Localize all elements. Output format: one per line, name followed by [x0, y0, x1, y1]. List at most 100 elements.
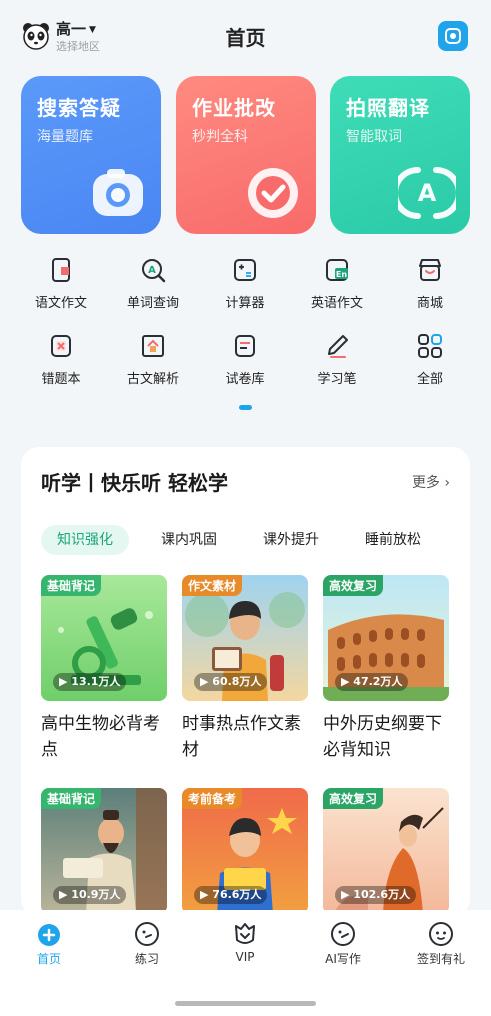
tool-study-pen[interactable]: 学习笔: [292, 332, 382, 387]
page-title: 首页: [225, 26, 266, 50]
course-tag: 基础背记: [41, 575, 102, 596]
scan-icon: [445, 28, 461, 44]
course-tag: 基础背记: [41, 788, 102, 809]
play-count: ▶ 13.1万人: [53, 673, 127, 691]
nav-label: AI写作: [325, 952, 361, 966]
tool-label: 计算器: [225, 296, 265, 311]
camera-icon: [93, 169, 143, 216]
course-thumbnail: 考前备考 ▶ 76.6万人: [182, 788, 308, 914]
course-card[interactable]: 基础背记 ▶ 10.9万人: [41, 788, 167, 914]
play-count-value: 13.1万人: [71, 675, 121, 688]
study-pen-icon: [328, 335, 348, 358]
course-card[interactable]: 基础背记 ▶ 13.1万人 高中生物必背考点: [41, 575, 167, 763]
course-tag: 考前备考: [182, 788, 243, 809]
tool-label: 商城: [416, 296, 443, 311]
page-indicator: [239, 405, 252, 410]
tool-label: 全部: [416, 372, 443, 387]
tab-extracurricular[interactable]: 课外提升: [263, 525, 319, 555]
svg-text:A: A: [148, 265, 156, 276]
course-tag: 作文素材: [182, 575, 243, 596]
tool-exam-paper[interactable]: 试卷库: [200, 332, 290, 387]
play-count: ▶ 60.8万人: [194, 673, 268, 691]
more-label: 更多: [411, 475, 440, 491]
card-title: 搜索答疑: [37, 96, 121, 120]
scan-button[interactable]: [438, 21, 468, 51]
tool-label: 语文作文: [34, 296, 87, 311]
listen-section: 听学丨快乐听 轻松学 更多 › 知识强化 课内巩固 课外提升 睡前放松 基础背记…: [21, 447, 470, 917]
nav-label: VIP: [235, 950, 255, 964]
play-count: ▶ 102.6万人: [335, 886, 417, 904]
card-title: 拍照翻译: [346, 96, 430, 120]
search-answer-card[interactable]: 搜索答疑 海量题库: [21, 76, 161, 234]
course-thumbnail: 作文素材 ▶ 60.8万人: [182, 575, 308, 701]
header: 高一 ▼ 选择地区 首页: [0, 0, 491, 70]
course-card[interactable]: 作文素材 ▶ 60.8万人 时事热点作文素材: [182, 575, 308, 763]
play-count-value: 76.6万人: [212, 888, 262, 901]
english-composition-icon: En: [326, 259, 348, 281]
tool-label: 学习笔: [317, 372, 357, 387]
more-link[interactable]: 更多 ›: [412, 472, 450, 492]
tab-bedtime[interactable]: 睡前放松: [365, 525, 421, 555]
shop-icon: [419, 259, 441, 281]
play-count-value: 102.6万人: [353, 888, 411, 901]
tool-english-composition[interactable]: En 英语作文: [292, 256, 382, 311]
course-card[interactable]: 高效复习 ▶ 47.2万人 中外历史纲要下必背知识: [323, 575, 449, 763]
ai-writing-icon: [331, 922, 355, 946]
nav-home[interactable]: 首页: [9, 920, 89, 967]
tool-classical-chinese[interactable]: 古文解析: [108, 332, 198, 387]
nav-practice[interactable]: 练习: [107, 920, 187, 967]
tool-all[interactable]: 全部: [385, 332, 475, 387]
course-thumbnail: 基础背记 ▶ 10.9万人: [41, 788, 167, 914]
classical-chinese-icon: [142, 335, 164, 357]
all-apps-icon: [418, 334, 442, 358]
tool-shop[interactable]: 商城: [385, 256, 475, 311]
photo-translate-card[interactable]: 拍照翻译 智能取词 A: [330, 76, 470, 234]
card-subtitle: 秒判全科: [192, 129, 248, 145]
svg-text:En: En: [336, 270, 347, 279]
course-thumbnail: 高效复习 ▶ 47.2万人: [323, 575, 449, 701]
practice-icon: [135, 922, 159, 946]
course-title: 中外历史纲要下必背知识: [323, 714, 442, 760]
exam-paper-icon: [235, 335, 255, 357]
book-icon: [52, 258, 70, 282]
translate-icon: A: [398, 167, 456, 219]
course-title: 高中生物必背考点: [41, 714, 160, 760]
course-card[interactable]: 考前备考 ▶ 76.6万人: [182, 788, 308, 914]
nav-checkin-gift[interactable]: 签到有礼: [401, 920, 481, 967]
section-title: 听学丨快乐听 轻松学: [41, 471, 228, 495]
tab-in-class[interactable]: 课内巩固: [161, 525, 217, 555]
tool-word-search[interactable]: A 单词查询: [108, 256, 198, 311]
course-tag: 高效复习: [323, 788, 384, 809]
play-count: ▶ 47.2万人: [335, 673, 409, 691]
tool-mistake-book[interactable]: 错题本: [16, 332, 106, 387]
course-card[interactable]: 高效复习 ▶ 102.6万人: [323, 788, 449, 914]
nav-label: 练习: [134, 952, 159, 966]
mistake-book-icon: [51, 335, 71, 357]
course-thumbnail: 基础背记 ▶ 13.1万人: [41, 575, 167, 701]
tool-label: 试卷库: [225, 372, 265, 387]
course-tag: 高效复习: [323, 575, 384, 596]
play-count-value: 60.8万人: [212, 675, 262, 688]
tool-calculator[interactable]: 计算器: [200, 256, 290, 311]
nav-label: 签到有礼: [416, 952, 465, 966]
nav-ai-writing[interactable]: AI写作: [303, 920, 383, 967]
vip-icon: [235, 923, 255, 944]
tool-label: 单词查询: [126, 296, 179, 311]
check-icon: [248, 168, 298, 218]
chevron-right-icon: ›: [444, 475, 450, 491]
home-icon: [38, 924, 60, 946]
play-count: ▶ 76.6万人: [194, 886, 268, 904]
home-indicator: [175, 1001, 316, 1006]
checkin-gift-icon: [429, 922, 453, 946]
card-subtitle: 海量题库: [37, 129, 93, 145]
card-title: 作业批改: [192, 96, 276, 120]
play-count-value: 47.2万人: [353, 675, 403, 688]
svg-text:A: A: [418, 179, 437, 207]
homework-check-card[interactable]: 作业批改 秒判全科: [176, 76, 316, 234]
course-title: 时事热点作文素材: [182, 714, 301, 760]
tool-label: 英语作文: [310, 296, 363, 311]
nav-vip[interactable]: VIP: [205, 920, 285, 964]
tool-label: 古文解析: [126, 372, 179, 387]
tab-knowledge[interactable]: 知识强化: [41, 525, 129, 555]
tool-chinese-composition[interactable]: 语文作文: [16, 256, 106, 311]
